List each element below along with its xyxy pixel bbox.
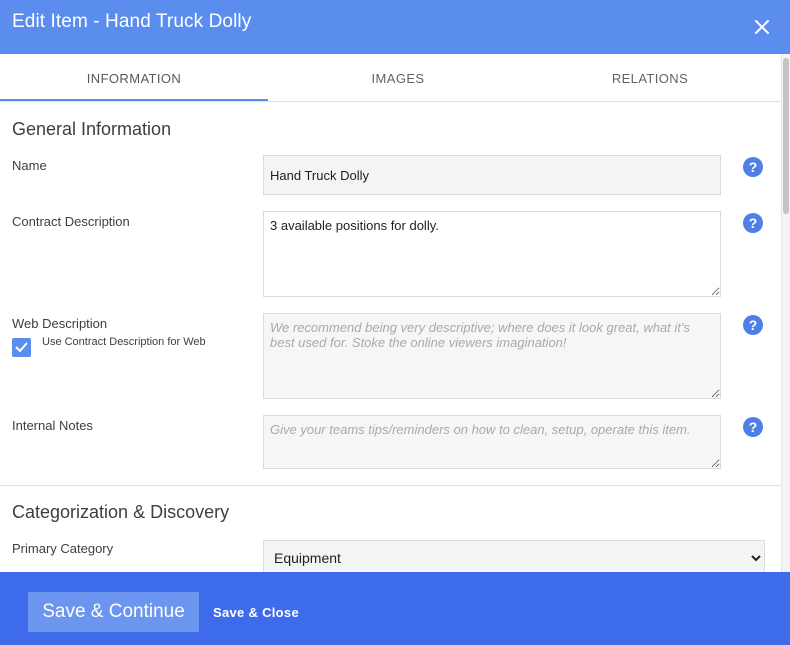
contract-description-textarea[interactable]: 3 available positions for dolly. [263, 211, 721, 297]
web-description-textarea[interactable] [263, 313, 721, 399]
save-close-button[interactable]: Save & Close [213, 592, 299, 632]
tab-images[interactable]: IMAGES [268, 54, 528, 102]
tab-information[interactable]: INFORMATION [0, 54, 268, 102]
internal-notes-help-icon[interactable]: ? [743, 417, 763, 437]
web-description-help-icon[interactable]: ? [743, 315, 763, 335]
contract-description-help-icon[interactable]: ? [743, 213, 763, 233]
checkmark-icon [15, 342, 28, 352]
close-icon [755, 20, 769, 34]
primary-category-select[interactable]: Equipment [263, 540, 765, 576]
name-input[interactable] [263, 155, 721, 195]
save-continue-button[interactable]: Save & Continue [28, 592, 199, 632]
use-contract-description-label: Use Contract Description for Web [42, 336, 206, 348]
active-tab-indicator [0, 99, 268, 101]
name-label: Name [12, 158, 47, 173]
dialog-footer: Save & Continue Save & Close [0, 572, 790, 645]
internal-notes-textarea[interactable] [263, 415, 721, 469]
web-description-label: Web Description [12, 316, 108, 331]
tab-bar: INFORMATION IMAGES RELATIONS [0, 54, 781, 102]
categorization-heading: Categorization & Discovery [12, 502, 230, 522]
dialog-titlebar: Edit Item - Hand Truck Dolly [0, 0, 790, 54]
primary-category-label: Primary Category [12, 541, 114, 556]
dialog-title: Edit Item - Hand Truck Dolly [12, 11, 252, 32]
close-button[interactable] [746, 11, 778, 43]
contract-description-label: Contract Description [12, 214, 130, 229]
section-divider [0, 485, 781, 486]
name-help-icon[interactable]: ? [743, 157, 763, 177]
scrollbar-thumb[interactable] [783, 58, 789, 214]
scrollbar[interactable] [781, 54, 790, 572]
tab-relations[interactable]: RELATIONS [528, 54, 772, 102]
use-contract-description-checkbox[interactable] [12, 338, 31, 357]
internal-notes-label: Internal Notes [12, 418, 93, 433]
general-information-heading: General Information [12, 119, 172, 139]
